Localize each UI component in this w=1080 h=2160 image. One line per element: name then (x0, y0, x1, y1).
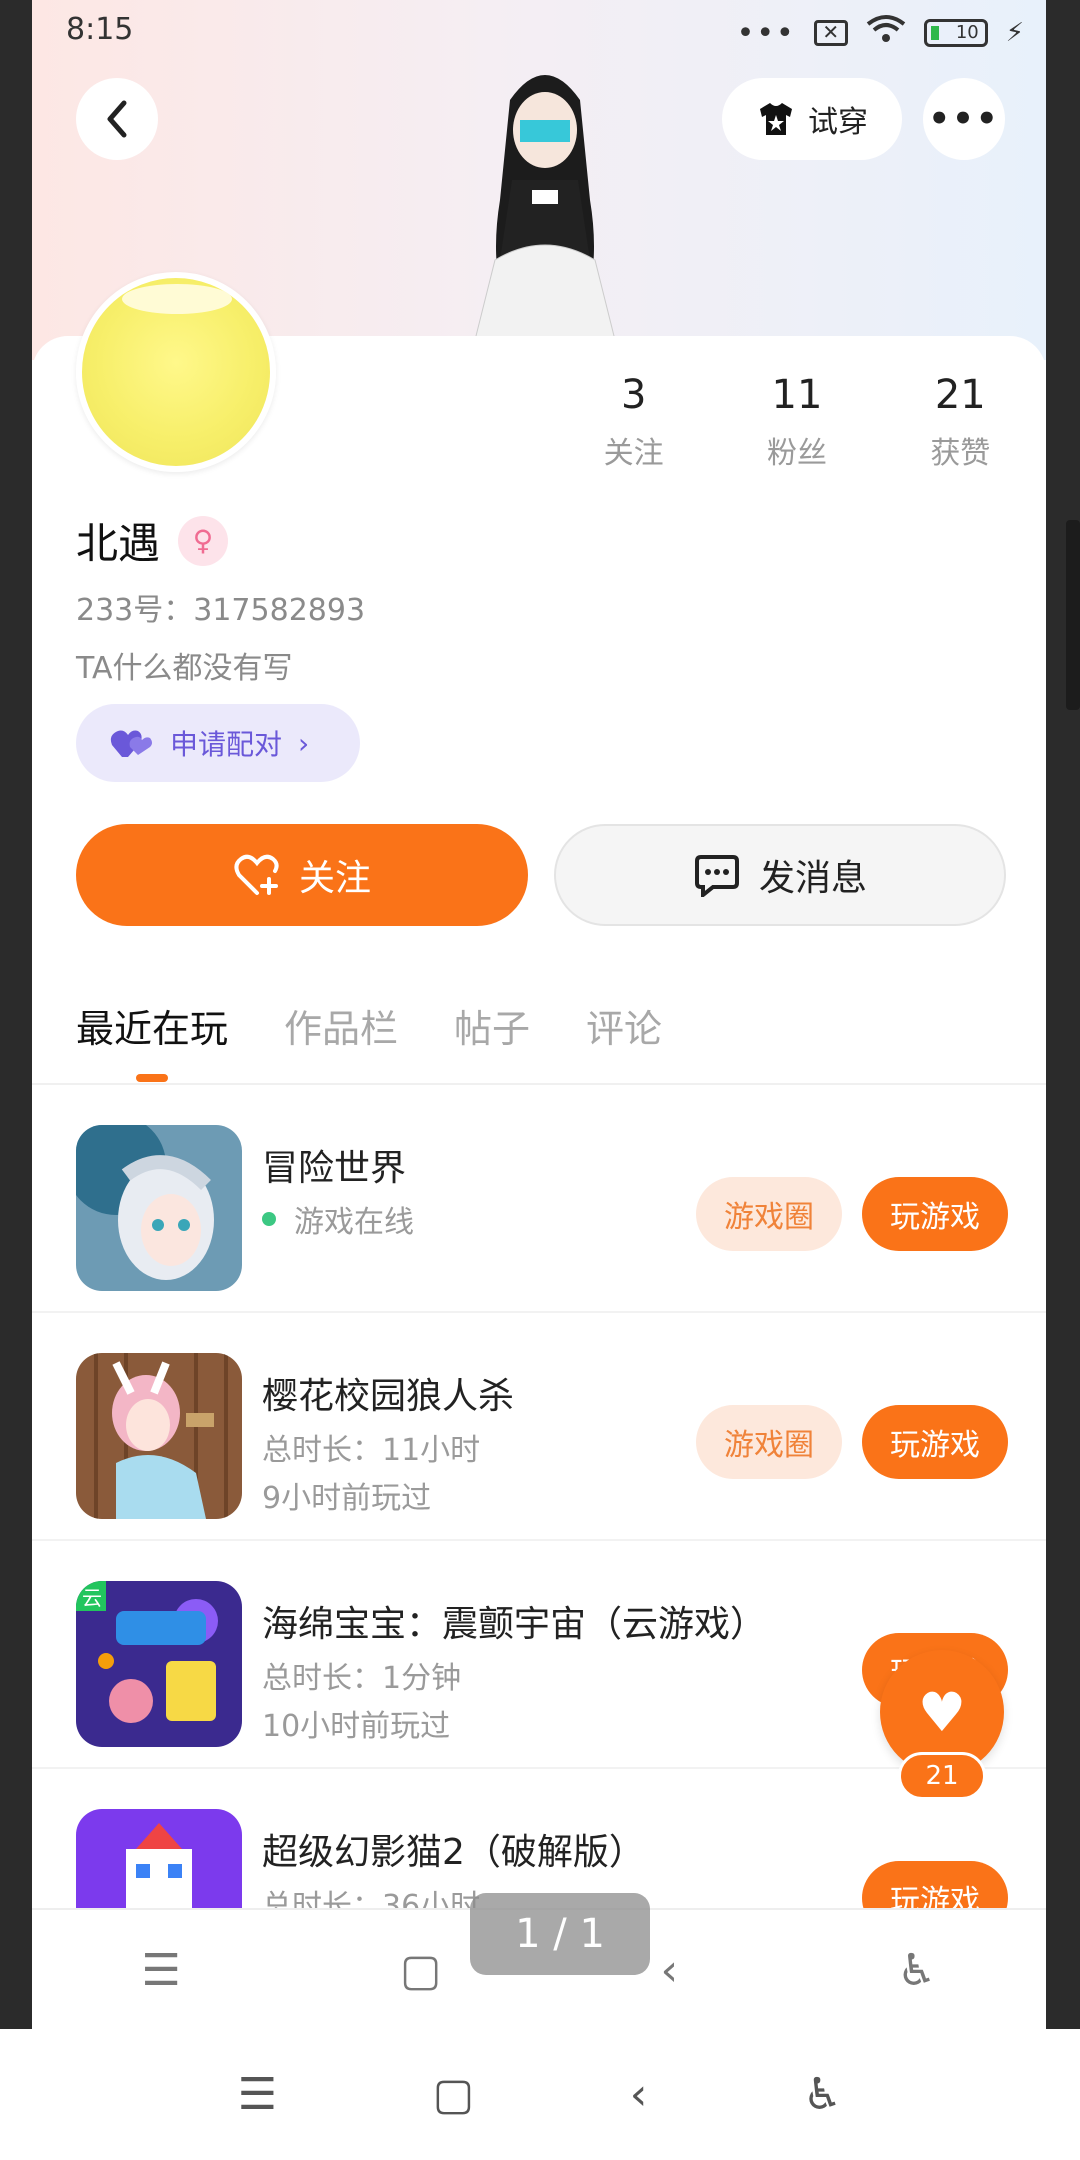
side-scroll-handle[interactable] (1066, 520, 1080, 710)
tab-recently-played[interactable]: 最近在玩 (76, 998, 228, 1082)
play-game-button[interactable]: 玩游戏 (862, 1405, 1008, 1479)
back-icon[interactable]: ‹ (660, 1945, 678, 1996)
game-last-played: 10小时前玩过 (262, 1709, 451, 1744)
game-title: 冒险世界 (262, 1148, 407, 1189)
follow-label: 关注 (298, 858, 371, 899)
back-icon[interactable]: ‹ (630, 2069, 648, 2120)
more-options-button[interactable]: ••• (923, 78, 1005, 160)
page-indicator: 1 / 1 (470, 1893, 650, 1975)
heart-plus-icon (234, 854, 279, 895)
chevron-right-icon: › (298, 726, 310, 760)
user-bio: TA什么都没有写 (76, 651, 293, 686)
game-title: 海绵宝宝：震颤宇宙（云游戏） (262, 1604, 767, 1645)
avatar-3d-figure (474, 75, 616, 340)
try-on-button[interactable]: 试穿 (722, 78, 902, 160)
game-duration: 总时长：11小时 (262, 1433, 481, 1468)
app-screen: 8:15 ••• ✕ 10 ⚡ 试穿 ••• 3 关注 11 粉丝 21 获赞 … (32, 0, 1046, 2029)
tab-posts[interactable]: 帖子 (454, 998, 530, 1053)
chevron-left-icon (107, 100, 127, 138)
username: 北遇 (76, 519, 161, 568)
chat-bubble-icon (694, 855, 739, 897)
status-icons: ••• ✕ 10 ⚡ (737, 14, 1024, 52)
home-icon[interactable]: ▢ (433, 2069, 475, 2120)
game-icon (76, 1125, 242, 1291)
more-dots-icon: ••• (928, 99, 1000, 139)
game-title: 超级幻影猫2（破解版） (262, 1832, 645, 1873)
heart-icon: ♥ (917, 1680, 967, 1744)
like-count-badge: 21 (898, 1752, 986, 1800)
user-id: 233号：317582893 (76, 593, 366, 628)
cloud-badge-text: 云 (82, 1586, 102, 1610)
game-list-item[interactable]: 冒险世界 游戏在线 游戏圈 玩游戏 (32, 1085, 1046, 1313)
game-list-item[interactable]: 樱花校园狼人杀 总时长：11小时 9小时前玩过 游戏圈 玩游戏 (32, 1313, 1046, 1541)
charging-icon: ⚡ (1005, 18, 1024, 48)
home-icon[interactable]: ▢ (400, 1945, 442, 1996)
game-duration: 总时长：1分钟 (262, 1661, 462, 1696)
back-button[interactable] (76, 78, 158, 160)
status-time: 8:15 (66, 12, 134, 47)
stat-following[interactable]: 3 关注 (552, 372, 715, 472)
online-status-text: 游戏在线 (294, 1205, 414, 1240)
request-pair-button[interactable]: 申请配对 › (76, 704, 360, 782)
accessibility-icon[interactable]: ♿ (803, 2069, 842, 2120)
follow-button[interactable]: 关注 (76, 824, 528, 926)
outfit-icon (760, 103, 792, 135)
tab-works[interactable]: 作品栏 (284, 998, 398, 1053)
status-bar: 8:15 ••• ✕ 10 ⚡ (32, 0, 1046, 62)
hearts-icon (110, 730, 152, 757)
send-message-button[interactable]: 发消息 (554, 824, 1006, 926)
stat-value: 11 (771, 372, 823, 418)
menu-icon[interactable]: ☰ (141, 1945, 180, 1996)
female-gender-icon: ♀ (178, 515, 229, 566)
tab-comments[interactable]: 评论 (586, 998, 662, 1053)
online-dot-icon (262, 1212, 276, 1226)
accessibility-icon[interactable]: ♿ (897, 1945, 936, 1996)
more-notifications-icon: ••• (736, 15, 796, 51)
game-icon (76, 1353, 242, 1519)
battery-icon: 10 (923, 19, 988, 47)
game-circle-button[interactable]: 游戏圈 (696, 1405, 842, 1479)
game-title: 樱花校园狼人杀 (262, 1376, 515, 1417)
avatar[interactable] (76, 272, 276, 472)
game-circle-button[interactable]: 游戏圈 (696, 1177, 842, 1251)
stat-label: 关注 (603, 436, 664, 471)
game-icon: 云 (76, 1581, 242, 1747)
stat-value: 21 (934, 372, 986, 418)
wifi-icon (866, 14, 906, 52)
profile-stats: 3 关注 11 粉丝 21 获赞 (552, 372, 1042, 472)
stat-followers[interactable]: 11 粉丝 (715, 372, 878, 472)
stat-likes[interactable]: 21 获赞 (879, 372, 1042, 472)
name-row: 北遇 ♀ (76, 510, 229, 571)
system-navigation-bar: ☰ ▢ ‹ ♿ (0, 2029, 1080, 2160)
play-game-button[interactable]: 玩游戏 (862, 1177, 1008, 1251)
stat-label: 粉丝 (766, 436, 827, 471)
profile-tabs: 最近在玩 作品栏 帖子 评论 (76, 998, 662, 1082)
no-sim-icon: ✕ (813, 20, 848, 46)
game-last-played: 9小时前玩过 (262, 1481, 432, 1516)
game-online-status: 游戏在线 (262, 1197, 414, 1241)
menu-icon[interactable]: ☰ (238, 2069, 277, 2120)
request-pair-label: 申请配对 (170, 728, 283, 761)
try-on-label: 试穿 (808, 105, 868, 140)
send-message-label: 发消息 (758, 858, 867, 899)
stat-label: 获赞 (930, 436, 991, 471)
stat-value: 3 (620, 372, 647, 418)
